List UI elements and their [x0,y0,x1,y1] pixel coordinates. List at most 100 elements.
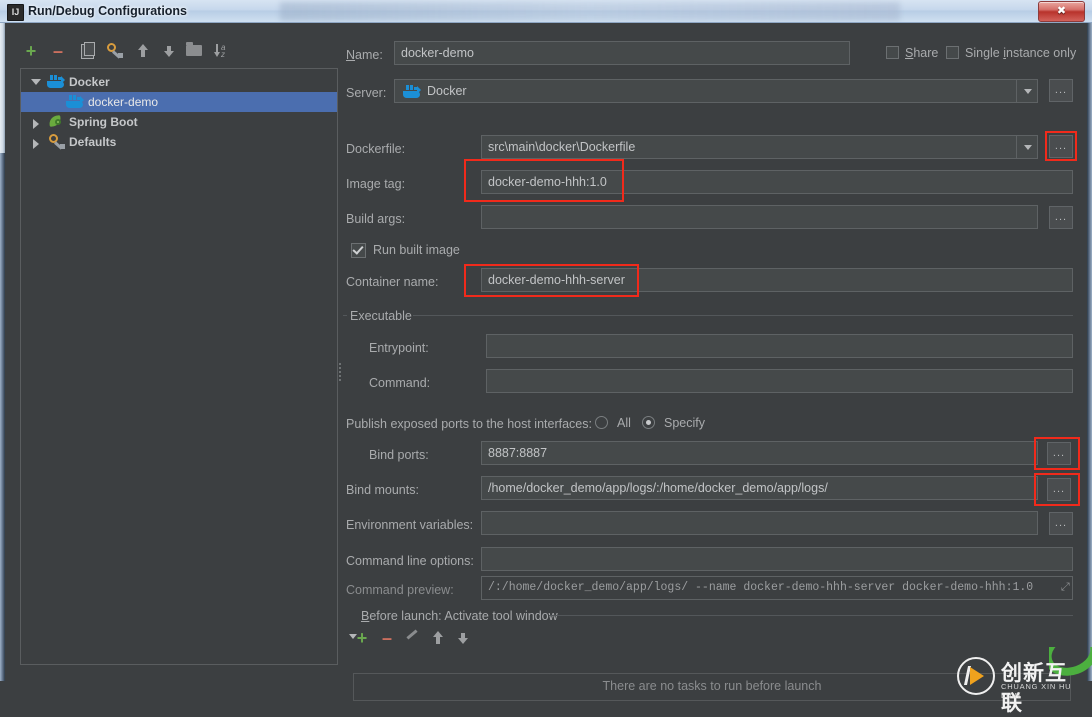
panel-splitter[interactable] [337,363,343,385]
window-right-edge [1087,23,1092,681]
move-task-down-button[interactable] [451,627,473,649]
pencil-icon [406,629,418,640]
window-title: Run/Debug Configurations [28,4,188,18]
share-checkbox[interactable] [886,46,899,59]
before-launch-title: Before launch: Activate tool window [361,609,558,623]
spring-leaf-icon [48,114,63,129]
move-down-button[interactable] [157,40,179,62]
dockerfile-browse-button[interactable]: ... [1049,135,1073,158]
expand-icon[interactable] [1059,582,1070,593]
single-instance-only-label: Single instance only [965,46,1077,60]
bind-mounts-browse-button[interactable]: ... [1047,478,1071,501]
add-task-button[interactable] [351,627,373,649]
title-bar-blurred-text [280,2,900,21]
executable-group-separator [413,315,1073,316]
command-line-options-label: Command line options: [346,554,474,568]
move-up-button[interactable] [131,40,153,62]
dockerfile-dropdown-arrow[interactable] [1016,135,1038,159]
dialog-content: az Docker docker-demo [5,23,1092,715]
chuangxin-logo-icon [957,657,995,695]
chevron-right-icon[interactable] [33,119,39,129]
server-dropdown-arrow[interactable] [1016,79,1038,103]
tree-item-label: docker-demo [88,95,159,109]
watermark: 创新互联 CHUANG XIN HU LIAN [957,647,1092,715]
executable-group-label: Executable [350,309,412,323]
build-args-label: Build args: [346,212,406,226]
add-configuration-button[interactable] [20,40,42,62]
chevron-right-icon[interactable] [33,139,39,149]
name-input[interactable]: docker-demo [394,41,850,65]
bind-ports-input[interactable]: 8887:8887 [481,441,1038,465]
folder-icon [186,42,202,56]
tree-item-label: Spring Boot [69,115,138,129]
executable-group-separator-left [343,315,347,316]
arrow-up-icon [138,44,148,57]
run-debug-configurations-window: IJ Run/Debug Configurations ✖ + – a z Do… [0,0,1092,715]
bind-ports-browse-button[interactable]: ... [1047,442,1071,465]
run-built-image-label: Run built image [373,243,460,257]
before-launch-separator [549,615,1073,616]
tree-item-label: Defaults [69,135,117,149]
arrow-down-icon [458,633,468,644]
create-folder-button[interactable] [183,40,205,62]
server-browse-button[interactable]: ... [1049,79,1073,102]
command-preview-value: /:/home/docker_demo/app/logs/ --name doc… [481,576,1073,600]
watermark-pinyin-text: CHUANG XIN HU LIAN [1001,682,1072,700]
entrypoint-input[interactable] [486,334,1073,358]
wrench-icon [107,43,123,59]
publish-specify-label: Specify [664,416,705,430]
close-icon[interactable] [1038,1,1085,22]
command-input[interactable] [486,369,1073,393]
entrypoint-label: Entrypoint: [369,341,429,355]
remove-task-button[interactable] [376,627,398,649]
edit-defaults-button[interactable] [104,40,126,62]
publish-ports-label: Publish exposed ports to the host interf… [346,417,592,431]
copy-configuration-button[interactable] [77,40,99,62]
command-line-options-input[interactable] [481,547,1073,571]
tree-item-docker[interactable]: Docker [21,72,337,92]
image-tag-input[interactable]: docker-demo-hhh:1.0 [481,170,1073,194]
docker-whale-icon [66,95,84,108]
bind-ports-label: Bind ports: [369,448,429,462]
title-bar: IJ Run/Debug Configurations [0,0,1092,23]
container-name-input[interactable]: docker-demo-hhh-server [481,268,1073,292]
server-label: Server: [346,86,387,100]
bind-mounts-label: Bind mounts: [346,483,419,497]
arrow-down-icon [164,46,174,57]
single-instance-only-checkbox[interactable] [946,46,959,59]
name-label: Name: [346,48,383,62]
tree-item-defaults[interactable]: Defaults [21,132,337,152]
copy-icon [81,42,95,59]
tree-item-docker-demo[interactable]: docker-demo [21,92,337,112]
tree-item-label: Docker [69,75,110,89]
sort-configurations-button[interactable]: az [210,40,232,62]
tree-item-spring-boot[interactable]: Spring Boot [21,112,337,132]
before-launch-toolbar [351,627,481,649]
server-value: Docker [427,84,467,98]
edit-task-button[interactable] [401,627,423,649]
build-args-browse-button[interactable]: ... [1049,206,1073,229]
environment-variables-input[interactable] [481,511,1038,535]
chevron-down-icon[interactable] [31,79,41,85]
environment-variables-browse-button[interactable]: ... [1049,512,1073,535]
environment-variables-label: Environment variables: [346,518,474,532]
publish-specify-radio[interactable] [642,416,655,429]
bind-mounts-input[interactable]: /home/docker_demo/app/logs/:/home/docker… [481,476,1038,500]
image-tag-label: Image tag: [346,177,406,191]
container-name-label: Container name: [346,275,439,289]
sort-az-icon: az [214,43,229,59]
build-args-input[interactable] [481,205,1038,229]
run-built-image-checkbox[interactable] [351,243,366,258]
move-task-up-button[interactable] [426,627,448,649]
configurations-tree[interactable]: Docker docker-demo Spring Boot Defaults [20,68,338,665]
remove-configuration-button[interactable] [47,40,69,62]
dockerfile-label: Dockerfile: [346,142,406,156]
publish-all-label: All [617,416,631,430]
command-label: Command: [369,376,431,390]
publish-all-radio[interactable] [595,416,608,429]
arrow-up-icon [433,631,443,644]
docker-whale-icon [403,85,421,98]
server-combobox[interactable]: Docker [394,79,1038,103]
configurations-toolbar: az [20,40,235,64]
dockerfile-combobox[interactable]: src\main\docker\Dockerfile [481,135,1038,159]
